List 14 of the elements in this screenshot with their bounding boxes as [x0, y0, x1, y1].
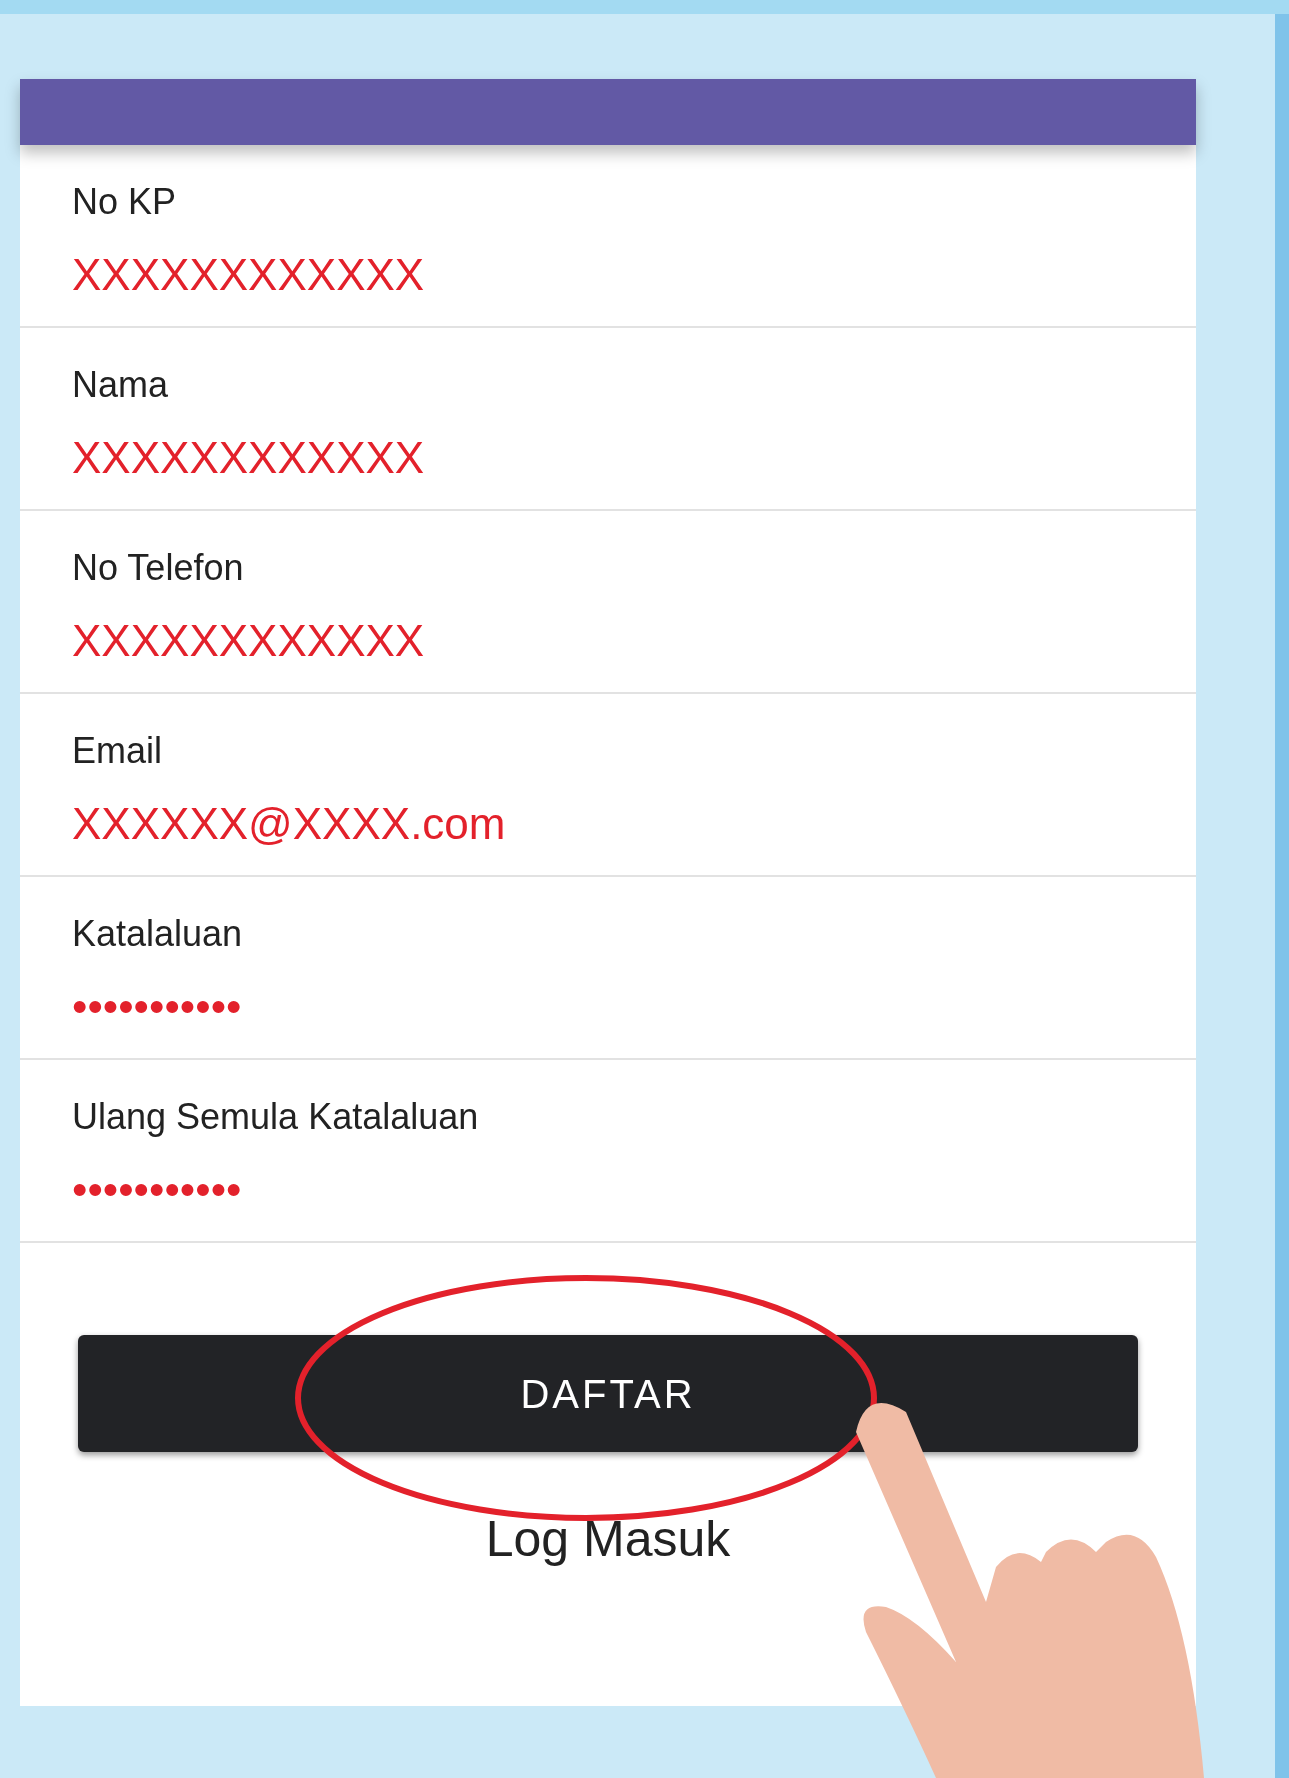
field-label: Nama: [72, 363, 170, 407]
field-value[interactable]: XXXXXXXXXXXX: [72, 425, 425, 491]
field-label: No KP: [72, 180, 178, 224]
field-value[interactable]: XXXXXXXXXXXX: [72, 242, 425, 308]
login-link[interactable]: Log Masuk: [485, 1502, 731, 1577]
register-button[interactable]: DAFTAR: [78, 1335, 1138, 1452]
field-value[interactable]: XXXXXXXXXXXX: [72, 608, 425, 674]
field-label: No Telefon: [72, 546, 245, 590]
field-value[interactable]: •••••••••••: [72, 1157, 242, 1223]
field-label: Email: [72, 729, 164, 773]
field-value[interactable]: XXXXXX@XXXX.com: [72, 791, 506, 857]
field-label: Ulang Semula Katalaluan: [72, 1095, 480, 1139]
field-value[interactable]: •••••••••••: [72, 974, 242, 1040]
field-label: Katalaluan: [72, 912, 244, 956]
